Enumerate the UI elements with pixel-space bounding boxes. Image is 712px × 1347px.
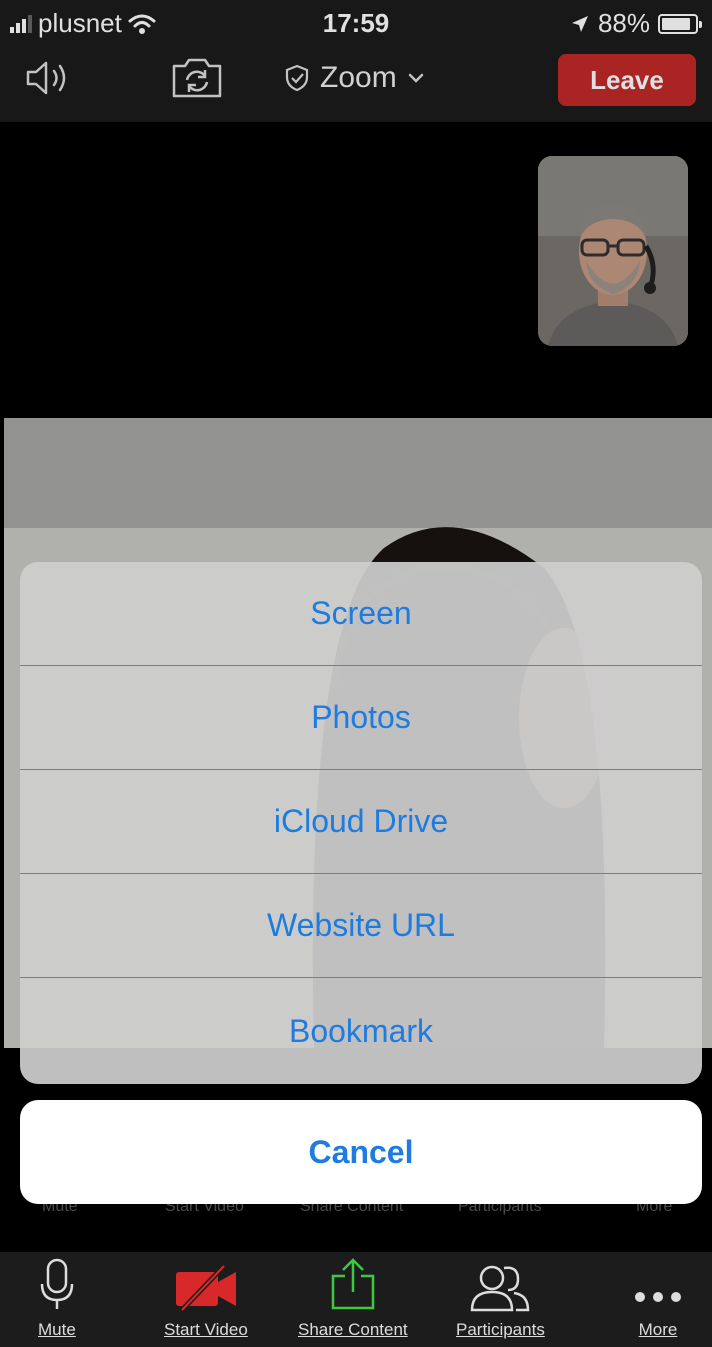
- mute-button[interactable]: Mute: [38, 1252, 76, 1347]
- start-video-button[interactable]: Start Video: [164, 1252, 248, 1347]
- share-option-photos[interactable]: Photos: [20, 666, 702, 770]
- microphone-icon: [40, 1258, 74, 1309]
- more-button[interactable]: More: [632, 1252, 684, 1347]
- participants-icon: [471, 1265, 530, 1312]
- share-content-button[interactable]: Share Content: [298, 1252, 408, 1347]
- participants-button[interactable]: Participants: [456, 1252, 545, 1347]
- mute-label: Mute: [38, 1320, 76, 1339]
- video-off-icon: [175, 1264, 236, 1312]
- share-option-icloud-drive[interactable]: iCloud Drive: [20, 770, 702, 874]
- more-icon: [635, 1292, 681, 1302]
- meeting-bottom-toolbar: Mute Start Video Share Content Participa…: [0, 1252, 712, 1347]
- participants-label: Participants: [456, 1320, 545, 1339]
- share-icon: [331, 1258, 375, 1310]
- start-video-label: Start Video: [164, 1320, 248, 1339]
- more-label: More: [638, 1320, 678, 1339]
- share-option-bookmark[interactable]: Bookmark: [20, 978, 702, 1084]
- share-option-website-url[interactable]: Website URL: [20, 874, 702, 978]
- cancel-button[interactable]: Cancel: [20, 1100, 702, 1204]
- share-content-label: Share Content: [298, 1320, 408, 1339]
- share-option-screen[interactable]: Screen: [20, 562, 702, 666]
- share-options-sheet: Screen Photos iCloud Drive Website URL B…: [20, 562, 702, 1084]
